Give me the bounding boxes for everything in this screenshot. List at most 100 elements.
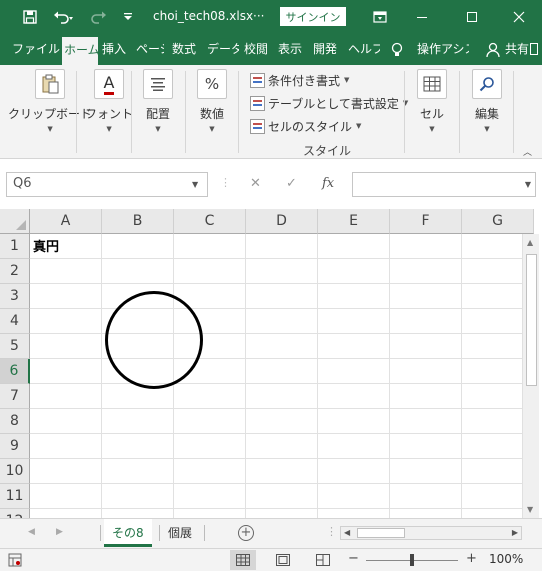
conditional-format-button[interactable]: 条件付き書式 ▼ — [250, 70, 349, 90]
grid-cell[interactable] — [174, 434, 246, 459]
page-layout-view-icon[interactable] — [270, 550, 296, 570]
grid-cell[interactable] — [174, 459, 246, 484]
alignment-button[interactable]: 配置 ▼ — [143, 69, 173, 133]
grid-cell[interactable] — [30, 459, 102, 484]
grid-cell[interactable] — [390, 334, 462, 359]
circle-shape[interactable] — [105, 291, 203, 389]
ribbon-display-icon[interactable] — [368, 0, 392, 34]
zoom-out-button[interactable]: − — [348, 551, 359, 566]
grid-cell[interactable] — [246, 434, 318, 459]
grid-cell[interactable] — [318, 284, 390, 309]
maximize-icon[interactable] — [458, 0, 486, 34]
grid-cell[interactable] — [174, 234, 246, 259]
vertical-scrollbar[interactable]: ▲ ▼ — [522, 234, 539, 518]
grid-cell[interactable] — [318, 384, 390, 409]
grid-cell[interactable] — [102, 434, 174, 459]
grid-cell[interactable] — [318, 459, 390, 484]
row-header[interactable]: 8 — [0, 409, 30, 434]
grid-cell[interactable] — [390, 259, 462, 284]
row-header[interactable]: 3 — [0, 284, 30, 309]
sheet-tab[interactable]: 個展 — [160, 519, 200, 547]
grid-cell[interactable] — [246, 234, 318, 259]
grid-cell[interactable] — [174, 384, 246, 409]
close-icon[interactable] — [505, 0, 533, 34]
row-header[interactable]: 4 — [0, 309, 30, 334]
row-header[interactable]: 2 — [0, 259, 30, 284]
page-break-view-icon[interactable] — [310, 550, 336, 570]
chevron-down-icon[interactable]: ▼ — [192, 180, 198, 189]
grid-cell[interactable] — [318, 409, 390, 434]
grid-cell[interactable] — [246, 334, 318, 359]
grid-cell[interactable] — [390, 359, 462, 384]
horizontal-scroll-thumb[interactable] — [357, 528, 405, 538]
grid-cell[interactable] — [30, 284, 102, 309]
worksheet-grid[interactable]: ABCDEFG 123456789101112 真円 ▲ ▼ — [0, 209, 542, 518]
macro-record-icon[interactable] — [8, 553, 22, 570]
row-header[interactable]: 7 — [0, 384, 30, 409]
column-header[interactable]: F — [390, 209, 462, 234]
grid-cell[interactable] — [390, 284, 462, 309]
cell-styles-button[interactable]: セルのスタイル ▼ — [250, 116, 361, 136]
scroll-right-icon[interactable]: ▶ — [512, 528, 518, 537]
grid-cell[interactable] — [30, 259, 102, 284]
grid-cell[interactable] — [318, 334, 390, 359]
grid-cell[interactable] — [102, 459, 174, 484]
share-button[interactable]: 共有 — [505, 34, 529, 65]
grid-cell[interactable] — [30, 359, 102, 384]
grid-cell[interactable] — [30, 409, 102, 434]
grid-cell[interactable] — [318, 434, 390, 459]
insert-function-icon[interactable]: fx — [322, 176, 334, 191]
grid-cell[interactable] — [102, 509, 174, 518]
zoom-in-button[interactable]: + — [466, 551, 477, 566]
column-header[interactable]: C — [174, 209, 246, 234]
grid-cell[interactable] — [318, 234, 390, 259]
grid-cell[interactable] — [30, 484, 102, 509]
column-header[interactable]: A — [30, 209, 102, 234]
horizontal-scrollbar[interactable]: ◀ ▶ — [340, 526, 522, 540]
grid-cell[interactable] — [246, 384, 318, 409]
format-as-table-button[interactable]: テーブルとして書式設定 ▼ — [250, 93, 408, 113]
tab-file[interactable]: ファイル — [12, 34, 60, 65]
grid-cell[interactable] — [390, 234, 462, 259]
row-header[interactable]: 12 — [0, 509, 30, 518]
tab-view[interactable]: 表示 — [278, 34, 302, 65]
grid-cell[interactable] — [246, 359, 318, 384]
grid-cell[interactable] — [390, 509, 462, 518]
grid-cell[interactable] — [318, 309, 390, 334]
signin-button[interactable]: サインイン — [280, 7, 346, 26]
tab-help[interactable]: ヘルプ — [348, 34, 380, 65]
grid-cell[interactable] — [102, 484, 174, 509]
lightbulb-icon[interactable] — [390, 34, 406, 65]
column-header[interactable]: D — [246, 209, 318, 234]
normal-view-icon[interactable] — [230, 550, 256, 570]
scroll-up-icon[interactable]: ▲ — [527, 238, 533, 247]
column-header[interactable]: G — [462, 209, 534, 234]
vertical-scroll-thumb[interactable] — [526, 254, 537, 386]
cells-button[interactable]: セル ▼ — [417, 69, 447, 133]
grid-cell[interactable] — [30, 309, 102, 334]
clipboard-button[interactable]: クリップボード ▼ — [8, 69, 92, 133]
formula-input[interactable]: ▼ — [352, 172, 536, 197]
grid-cell[interactable] — [30, 334, 102, 359]
grid-cell[interactable] — [318, 259, 390, 284]
tab-developer[interactable]: 開発 — [313, 34, 337, 65]
collapse-ribbon-icon[interactable]: ︿ — [523, 145, 532, 158]
grid-cell[interactable] — [174, 409, 246, 434]
sheet-tab-active[interactable]: その8 — [104, 519, 152, 547]
grid-cell[interactable] — [390, 309, 462, 334]
column-header[interactable]: E — [318, 209, 390, 234]
grid-cell[interactable] — [390, 434, 462, 459]
grid-cell[interactable] — [246, 259, 318, 284]
tabs-scroll-icon[interactable] — [530, 34, 542, 65]
grid-cell[interactable] — [318, 509, 390, 518]
tell-me-input[interactable]: 操作アシス — [417, 34, 469, 65]
editing-button[interactable]: 編集 ▼ — [472, 69, 502, 133]
grid-cell[interactable] — [246, 509, 318, 518]
grid-cell[interactable] — [102, 259, 174, 284]
grid-cell[interactable] — [102, 234, 174, 259]
grid-cell[interactable] — [390, 409, 462, 434]
scroll-down-icon[interactable]: ▼ — [527, 505, 533, 514]
add-sheet-icon[interactable]: + — [238, 525, 254, 541]
more-icon[interactable]: ⋮ — [326, 525, 337, 538]
share-user-icon[interactable] — [486, 34, 502, 65]
